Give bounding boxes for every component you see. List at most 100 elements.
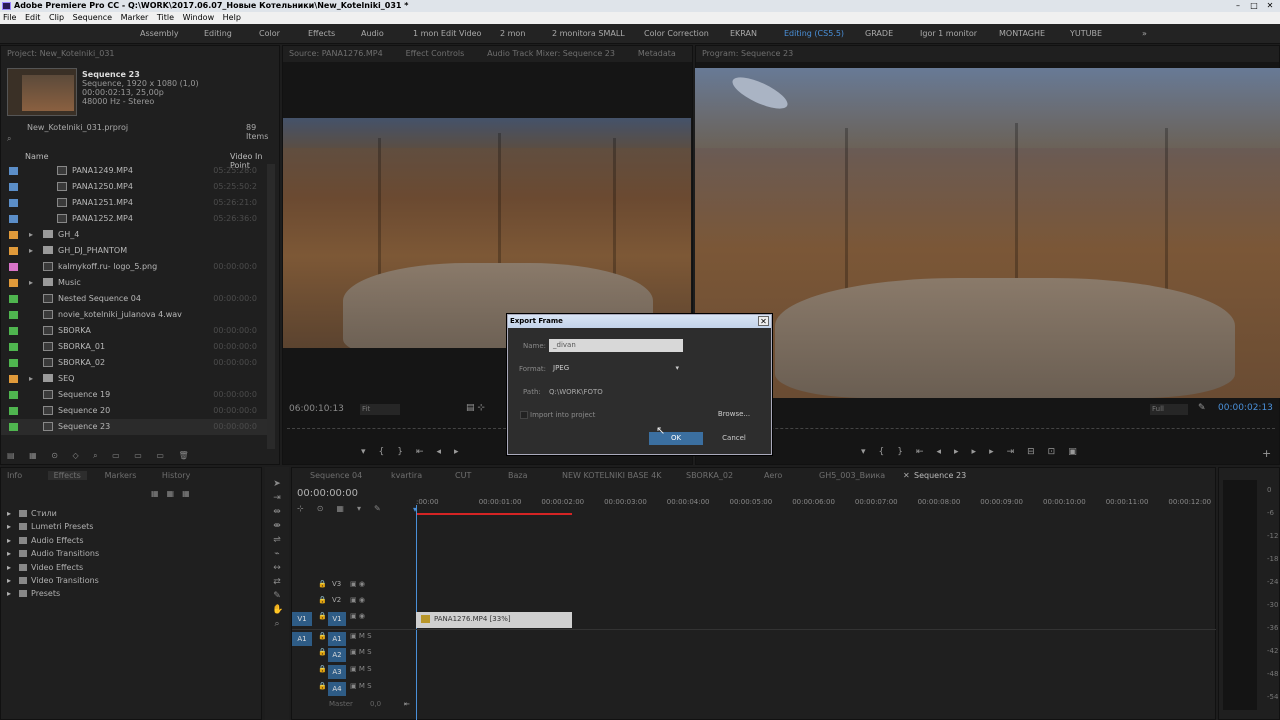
tree-item-presets[interactable]: ▸ Presets [7, 587, 60, 600]
project-item[interactable]: PANA1250.MP4 05:25:50:2 [1, 179, 271, 195]
project-item[interactable]: PANA1252.MP4 05:26:36:0 [1, 211, 271, 227]
timeline-toolbar-icons[interactable]: ⊹⊙▦▾✎ [297, 504, 394, 513]
project-item[interactable]: ▸ SEQ [1, 371, 271, 387]
workspace-tab[interactable]: Color Correction [644, 29, 709, 38]
label-color-swatch[interactable] [9, 407, 18, 415]
workspace-tab[interactable]: MONTAGHE [999, 29, 1045, 38]
workspace-tab[interactable]: Igor 1 monitor [920, 29, 977, 38]
workspace-tab[interactable]: Color [259, 29, 280, 38]
project-item[interactable]: SBORKA 00:00:00:0 [1, 323, 271, 339]
project-toolbar[interactable]: ▤ ▦ ⊙ ◇ ⌕ ▭ ▭ ▭ 🗑 [7, 451, 267, 463]
track-label[interactable]: V2 [332, 596, 341, 604]
label-color-swatch[interactable] [9, 295, 18, 303]
track-label[interactable]: V1 [328, 612, 346, 626]
tree-item-audio-effects[interactable]: ▸ Audio Effects [7, 534, 84, 547]
track-label[interactable]: A3 [328, 665, 346, 679]
project-item[interactable]: Sequence 20 00:00:00:0 [1, 403, 271, 419]
project-item[interactable]: SBORKA_02 00:00:00:0 [1, 355, 271, 371]
label-color-swatch[interactable] [9, 263, 18, 271]
zoom-tool-icon[interactable]: ⌕ [272, 619, 282, 629]
slip-tool-icon[interactable]: ↔ [272, 563, 282, 573]
tree-item-video-effects[interactable]: ▸ Video Effects [7, 561, 83, 574]
track-select-tool-icon[interactable]: ⇥ [272, 493, 282, 503]
label-color-swatch[interactable] [9, 279, 18, 287]
timeline-tab[interactable]: kvartira [391, 468, 422, 484]
rolling-edit-tool-icon[interactable]: ⇼ [272, 521, 282, 531]
workspace-tab[interactable]: Audio [361, 29, 384, 38]
program-timecode[interactable]: 00:00:02:13 [1218, 403, 1273, 413]
wrench-icon[interactable]: ✎ [1198, 403, 1206, 413]
label-color-swatch[interactable] [9, 199, 18, 207]
source-timecode[interactable]: 06:00:10:13 [289, 404, 344, 414]
label-color-swatch[interactable] [9, 183, 18, 191]
expand-arrow-icon[interactable]: ▸ [29, 275, 33, 291]
slide-tool-icon[interactable]: ⇄ [272, 577, 282, 587]
track-label[interactable]: A4 [328, 682, 346, 696]
project-item[interactable]: Sequence 19 00:00:00:0 [1, 387, 271, 403]
workspace-tab[interactable]: 2 monitora SMALL [552, 29, 625, 38]
label-color-swatch[interactable] [9, 215, 18, 223]
label-color-swatch[interactable] [9, 391, 18, 399]
selection-tool-icon[interactable]: ➤ [272, 479, 282, 489]
project-item[interactable]: SBORKA_01 00:00:00:0 [1, 339, 271, 355]
tab-effects[interactable]: Effects [47, 471, 87, 480]
tab-program[interactable]: Program: Sequence 23 [702, 49, 793, 58]
expand-arrow-icon[interactable]: ▸ [29, 243, 33, 259]
more-workspaces-icon[interactable]: » [1142, 29, 1147, 38]
timeline-tab[interactable]: Baza [508, 468, 528, 484]
timeline-tab[interactable]: Sequence 04 [310, 468, 362, 484]
project-tab[interactable]: Project: New_Kotelniki_031 [1, 46, 279, 62]
label-color-swatch[interactable] [9, 423, 18, 431]
razor-tool-icon[interactable]: ⌁ [272, 549, 282, 559]
tab-audio-mixer[interactable]: Audio Track Mixer: Sequence 23 [487, 49, 615, 58]
hand-tool-icon[interactable]: ✋ [272, 605, 283, 615]
project-item[interactable]: ▸ GH_DJ_PHANTOM [1, 243, 271, 259]
column-name[interactable]: Name [25, 152, 49, 161]
timeline-tab[interactable]: Aero [764, 468, 782, 484]
master-value[interactable]: 0,0 [370, 700, 381, 708]
track-label[interactable]: A1 [328, 632, 346, 646]
menu-title[interactable]: Title [157, 13, 174, 22]
expand-arrow-icon[interactable]: ▸ [29, 371, 33, 387]
label-color-swatch[interactable] [9, 231, 18, 239]
project-item[interactable]: PANA1249.MP4 05:25:28:0 [1, 163, 271, 179]
rate-stretch-tool-icon[interactable]: ⇌ [272, 535, 282, 545]
add-button-icon[interactable]: + [1262, 447, 1271, 460]
timeline-tab[interactable]: SBORKA_02 [686, 468, 733, 484]
tab-history[interactable]: History [162, 471, 190, 480]
label-color-swatch[interactable] [9, 311, 18, 319]
dialog-close-icon[interactable]: ✕ [758, 316, 769, 326]
project-item[interactable]: kalmykoff.ru- logo_5.png 00:00:00:0 [1, 259, 271, 275]
tree-item-audio-transitions[interactable]: ▸ Audio Transitions [7, 547, 99, 560]
timeline-tab-close-icon[interactable]: ✕ [903, 468, 910, 484]
timeline-clip[interactable]: PANA1276.MP4 [33%] [416, 612, 572, 628]
workspace-tab[interactable]: 1 mon Edit Video [413, 29, 481, 38]
workspace-tab[interactable]: YUTUBE [1070, 29, 1102, 38]
workspace-tab[interactable]: Effects [308, 29, 335, 38]
timeline-tab[interactable]: NEW KOTELNIKI BASE 4K [562, 468, 661, 484]
pen-tool-icon[interactable]: ✎ [272, 591, 282, 601]
menu-window[interactable]: Window [183, 13, 215, 22]
project-item[interactable]: Nested Sequence 04 00:00:00:0 [1, 291, 271, 307]
project-item[interactable]: ▸ Music [1, 275, 271, 291]
tab-info[interactable]: Info [7, 471, 22, 480]
maximize-icon[interactable]: □ [1246, 0, 1262, 12]
track-label[interactable]: V3 [332, 580, 341, 588]
browse-button[interactable]: Browse... [707, 408, 761, 421]
label-color-swatch[interactable] [9, 167, 18, 175]
workspace-tab[interactable]: GRADE [865, 29, 893, 38]
menu-help[interactable]: Help [223, 13, 241, 22]
workspace-tab-active[interactable]: Editing (CS5.5) [784, 29, 844, 38]
tab-metadata[interactable]: Metadata [638, 49, 676, 58]
tab-source[interactable]: Source: PANA1276.MP4 [289, 49, 383, 58]
label-color-swatch[interactable] [9, 359, 18, 367]
project-scrollbar[interactable] [267, 164, 275, 449]
workspace-tab[interactable]: 2 mon [500, 29, 525, 38]
menu-clip[interactable]: Clip [49, 13, 64, 22]
timeline-tab-active[interactable]: Sequence 23 [914, 468, 966, 484]
name-input[interactable]: _divan [549, 339, 683, 352]
program-time-ruler[interactable] [700, 428, 1275, 429]
minimize-icon[interactable]: – [1230, 0, 1246, 12]
format-dropdown[interactable]: JPEG ▾ [549, 362, 683, 375]
project-item[interactable]: novie_kotelniki_julanova 4.wav [1, 307, 271, 323]
